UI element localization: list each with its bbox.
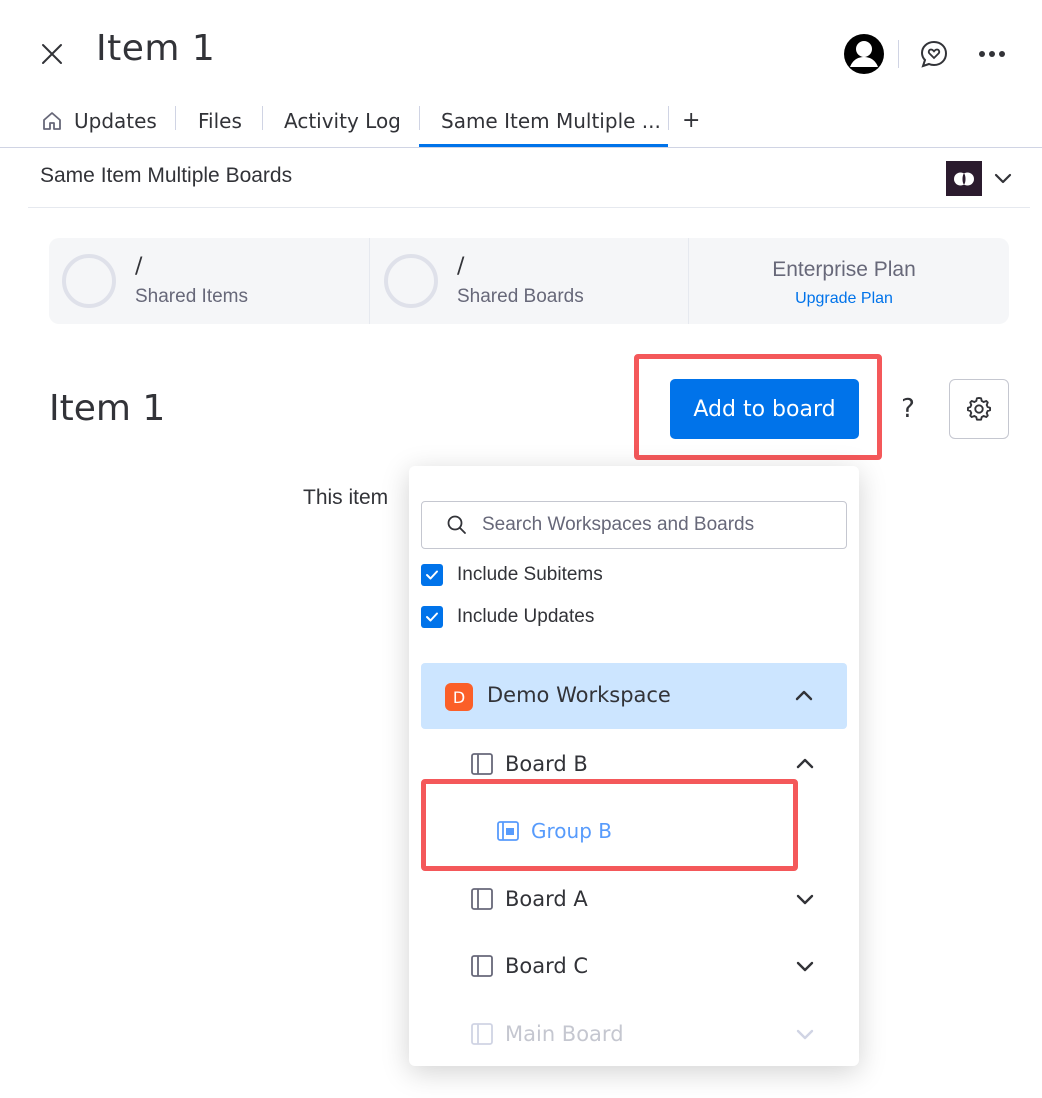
avatar[interactable] <box>843 33 885 75</box>
active-tab-indicator <box>419 144 668 147</box>
tab-divider <box>419 106 420 130</box>
close-button[interactable] <box>34 36 70 72</box>
plan-name: Enterprise Plan <box>772 258 916 281</box>
workspace-badge: D <box>445 683 473 711</box>
tab-label: Updates <box>74 108 157 133</box>
upgrade-plan-link[interactable]: Upgrade Plan <box>689 290 999 308</box>
checkbox-checked[interactable] <box>421 606 443 628</box>
search-icon <box>447 515 466 534</box>
include-subitems-checkbox[interactable]: Include Subitems <box>421 564 603 586</box>
shared-boards-label: Shared Boards <box>457 286 584 307</box>
home-icon <box>43 111 61 130</box>
app-menu-button[interactable] <box>990 166 1016 190</box>
board-icon <box>471 753 493 775</box>
shared-boards-ring <box>384 254 438 308</box>
add-to-board-dropdown: Include Subitems Include Updates D Demo … <box>409 466 859 1066</box>
shared-items-label: Shared Items <box>135 286 248 307</box>
stats-divider <box>369 238 370 324</box>
chevron-up-icon[interactable] <box>792 751 818 777</box>
item-title: Item 1 <box>96 28 216 69</box>
tab-activity-log[interactable]: Activity Log <box>284 94 401 147</box>
check-icon <box>426 612 438 622</box>
close-icon <box>42 44 62 64</box>
checkbox-label: Include Updates <box>457 606 595 627</box>
chevron-down-icon[interactable] <box>792 886 818 912</box>
tab-files[interactable]: Files <box>198 94 242 147</box>
checkbox-label: Include Subitems <box>457 564 603 585</box>
tab-label: Files <box>198 108 242 133</box>
board-label: Board C <box>505 954 589 978</box>
tab-label: Same Item Multiple ... <box>441 108 661 133</box>
section-item-title: Item 1 <box>49 388 166 429</box>
app-logo[interactable] <box>946 161 982 196</box>
app-logo-icon <box>954 172 974 185</box>
tab-divider <box>668 106 669 130</box>
item-info-text: This item <box>303 486 389 509</box>
header-divider <box>898 40 899 68</box>
shared-items-value: / <box>135 254 143 279</box>
board-icon <box>471 888 493 910</box>
shared-boards-value: / <box>457 254 465 279</box>
chevron-up-icon <box>795 690 813 701</box>
board-row-board-a[interactable]: Board A <box>469 877 829 921</box>
tab-divider <box>175 106 176 130</box>
include-updates-checkbox[interactable]: Include Updates <box>421 606 594 628</box>
workspace-label: Demo Workspace <box>487 683 671 707</box>
stats-panel: / Shared Items / Shared Boards Enterpris… <box>49 238 1009 324</box>
chevron-down-icon <box>994 173 1012 184</box>
chevron-down-icon[interactable] <box>792 953 818 979</box>
check-icon <box>426 570 438 580</box>
more-options-button[interactable] <box>974 40 1010 68</box>
board-label: Board A <box>505 887 588 911</box>
checkbox-checked[interactable] <box>421 564 443 586</box>
search-input[interactable] <box>482 514 812 536</box>
user-avatar-icon <box>844 34 884 74</box>
tab-same-item-multiple-boards[interactable]: Same Item Multiple ... <box>441 94 661 147</box>
search-box[interactable] <box>421 501 847 549</box>
tab-divider <box>262 106 263 130</box>
board-label: Main Board <box>505 1022 624 1046</box>
board-icon <box>471 955 493 977</box>
chat-heart-icon <box>920 40 948 68</box>
shared-items-ring <box>62 254 116 308</box>
app-title: Same Item Multiple Boards <box>40 164 293 187</box>
board-label: Board B <box>505 752 588 776</box>
workspace-row-demo[interactable]: D Demo Workspace <box>421 663 847 729</box>
gear-icon <box>966 396 992 421</box>
add-button-highlight <box>634 354 882 460</box>
board-row-main-board[interactable]: Main Board <box>469 1012 829 1056</box>
board-icon <box>471 1023 493 1045</box>
tab-label: Activity Log <box>284 108 401 133</box>
tab-updates[interactable]: Updates <box>40 94 157 147</box>
chevron-down-icon[interactable] <box>792 1021 818 1047</box>
add-tab-button[interactable]: + <box>682 94 700 147</box>
chat-button[interactable] <box>918 38 950 70</box>
more-horizontal-icon <box>979 51 1005 57</box>
board-row-board-c[interactable]: Board C <box>469 944 829 988</box>
app-header-divider <box>28 207 1030 208</box>
help-button[interactable]: ? <box>893 392 923 426</box>
settings-button[interactable] <box>949 379 1009 439</box>
tab-bar: Updates Files Activity Log Same Item Mul… <box>0 94 1042 148</box>
group-highlight <box>421 779 798 871</box>
